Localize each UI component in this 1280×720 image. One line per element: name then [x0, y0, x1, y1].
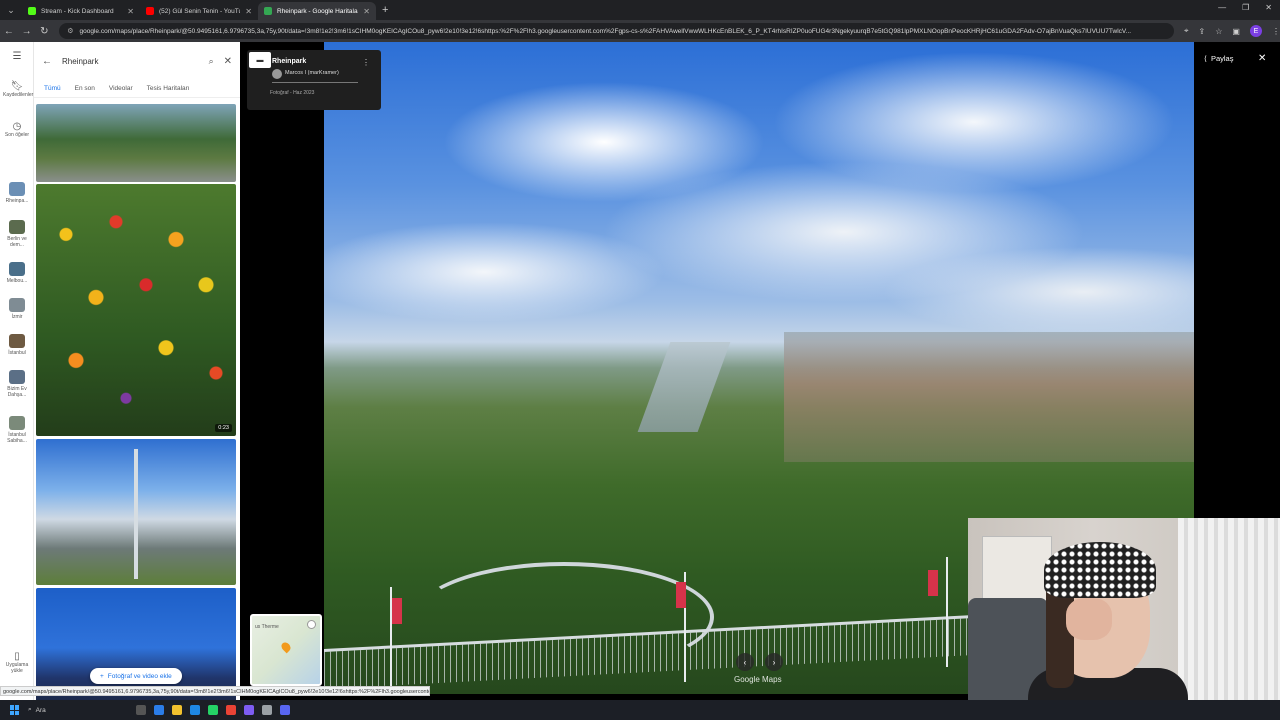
- browser-tab-kick[interactable]: Stream - Kick Dashboard ✕: [22, 2, 140, 20]
- app-icon[interactable]: [262, 705, 272, 715]
- share-button[interactable]: ⟨ Paylaş: [1204, 54, 1233, 63]
- rail-recent-place[interactable]: Melbou...: [3, 262, 31, 284]
- tab-search-icon[interactable]: ⌄: [0, 0, 22, 20]
- photo-thumbnail[interactable]: [36, 104, 236, 182]
- google-maps-watermark: Google Maps: [734, 675, 782, 684]
- history-icon: ◷: [12, 121, 22, 132]
- photo-grid: 0:23: [36, 104, 238, 702]
- photos-panel: ← Rheinpark ⌕ ✕ Tümü En son Videolar Tes…: [34, 42, 240, 702]
- plus-icon: +: [100, 672, 104, 680]
- taskbar-search[interactable]: ⌕ Ara: [28, 706, 128, 714]
- close-window-icon[interactable]: ✕: [1265, 3, 1272, 12]
- minimap[interactable]: us Therme: [250, 614, 322, 686]
- whatsapp-icon[interactable]: [208, 705, 218, 715]
- photo-author[interactable]: Marcos I (marKramer): [285, 70, 339, 76]
- place-logo: ▬: [249, 52, 271, 68]
- close-tab-icon[interactable]: ✕: [245, 7, 252, 16]
- phone-icon: ▯: [14, 651, 20, 662]
- previous-photo-button[interactable]: ‹: [736, 653, 754, 671]
- extensions-icon[interactable]: ▣: [1232, 27, 1240, 36]
- rail-recent-place[interactable]: Bizim Ev Dahşa...: [3, 370, 31, 398]
- photo-thumbnail[interactable]: [36, 439, 236, 585]
- bookmark-icon: 🔖︎: [10, 81, 24, 92]
- close-icon[interactable]: ✕: [224, 56, 232, 67]
- video-thumbnail[interactable]: 0:23: [36, 184, 236, 436]
- store-icon[interactable]: [190, 705, 200, 715]
- rail-recent[interactable]: ◷ Son öğeler: [3, 121, 31, 139]
- flag: [676, 582, 686, 608]
- restore-icon[interactable]: ❐: [1242, 3, 1249, 12]
- rail-recent-place[interactable]: Rheinpa...: [3, 182, 31, 204]
- rail-recent-place[interactable]: İstanbul Sabiha...: [3, 416, 31, 444]
- edge-icon[interactable]: [154, 705, 164, 715]
- photo-thumbnail[interactable]: [36, 588, 236, 702]
- close-tab-icon[interactable]: ✕: [363, 7, 370, 16]
- forward-icon[interactable]: →: [18, 26, 36, 37]
- rail-recent-place[interactable]: İzmir: [3, 298, 31, 320]
- search-icon[interactable]: ⌕: [209, 56, 214, 67]
- search-input[interactable]: Rheinpark: [62, 57, 199, 66]
- search-icon: ⌕: [28, 706, 32, 713]
- address-bar-url: google.com/maps/place/Rheinpark/@50.9495…: [79, 27, 1132, 35]
- compass-icon[interactable]: [307, 620, 316, 629]
- site-info-icon[interactable]: ⚙: [67, 27, 73, 35]
- tab-videos[interactable]: Videolar: [109, 85, 133, 92]
- maps-left-rail: ☰ 🔖︎ Kaydedilenler ◷ Son öğeler Rheinpa...…: [0, 42, 34, 702]
- place-title[interactable]: Rheinpark: [272, 58, 306, 65]
- more-options-icon[interactable]: ⋮: [362, 58, 370, 67]
- browser-tab-maps[interactable]: Rheinpark - Google Haritalar ✕: [258, 2, 376, 20]
- back-icon[interactable]: ←: [0, 26, 18, 37]
- menu-dots-icon[interactable]: ⋮: [1272, 27, 1280, 36]
- rail-install-app[interactable]: ▯ Uygulama yükle: [3, 651, 31, 675]
- address-bar[interactable]: ⚙ google.com/maps/place/Rheinpark/@50.94…: [59, 23, 1175, 39]
- webcam-overlay: [968, 518, 1280, 702]
- add-photo-button[interactable]: + Fotoğraf ve video ekle: [90, 668, 182, 684]
- avatar: [272, 69, 282, 79]
- next-photo-button[interactable]: ›: [765, 653, 783, 671]
- share-icon[interactable]: ⇪: [1199, 27, 1206, 36]
- location-icon[interactable]: ⌖: [1184, 26, 1189, 36]
- windows-start-icon[interactable]: [10, 705, 20, 715]
- new-tab-icon[interactable]: +: [382, 4, 388, 16]
- close-viewer-icon[interactable]: ✕: [1258, 53, 1266, 64]
- maps-favicon-icon: [264, 7, 272, 15]
- back-arrow-icon[interactable]: ←: [42, 56, 52, 67]
- app-icon[interactable]: [244, 705, 254, 715]
- photo-filter-tabs: Tümü En son Videolar Tesis Haritaları: [34, 80, 240, 98]
- tab-facility-maps[interactable]: Tesis Haritaları: [147, 85, 190, 92]
- kick-favicon-icon: [28, 7, 36, 15]
- browser-tab-youtube[interactable]: (52) Gül Senin Tenin - YouTube ✕: [140, 2, 258, 20]
- browser-tab-strip: ⌄ Stream - Kick Dashboard ✕ (52) Gül Sen…: [0, 0, 1280, 20]
- flag: [928, 570, 938, 596]
- discord-icon[interactable]: [280, 705, 290, 715]
- reload-icon[interactable]: ↻: [36, 26, 54, 37]
- rail-recent-place[interactable]: Berlin ve dem...: [3, 220, 31, 248]
- tab-all[interactable]: Tümü: [44, 85, 61, 92]
- minimize-icon[interactable]: —: [1218, 3, 1226, 12]
- profile-avatar[interactable]: E: [1249, 25, 1262, 37]
- window-controls: — ❐ ✕: [1218, 3, 1272, 12]
- bookmark-star-icon[interactable]: ☆: [1215, 27, 1222, 36]
- rail-saved[interactable]: 🔖︎ Kaydedilenler: [3, 81, 33, 99]
- photo-date: Fotoğraf - Haz 2023: [270, 90, 315, 96]
- close-tab-icon[interactable]: ✕: [127, 7, 134, 16]
- tab-latest[interactable]: En son: [75, 85, 95, 92]
- chrome-icon[interactable]: [226, 705, 236, 715]
- browser-toolbar: ← → ↻ ⚙ google.com/maps/place/Rheinpark/…: [0, 20, 1280, 42]
- menu-icon[interactable]: ☰: [3, 52, 31, 62]
- share-icon: ⟨: [1204, 54, 1207, 63]
- flag: [392, 598, 402, 624]
- status-bar-url: google.com/maps/place/Rheinpark/@50.9495…: [0, 686, 430, 696]
- rail-recent-place[interactable]: İstanbul: [3, 334, 31, 356]
- map-pin-icon: [279, 640, 293, 654]
- youtube-favicon-icon: [146, 7, 154, 15]
- file-explorer-icon[interactable]: [172, 705, 182, 715]
- windows-taskbar: ⌕ Ara: [0, 700, 1280, 720]
- video-duration: 0:23: [215, 424, 232, 432]
- search-box: ← Rheinpark ⌕ ✕: [34, 42, 240, 80]
- task-view-icon[interactable]: [136, 705, 146, 715]
